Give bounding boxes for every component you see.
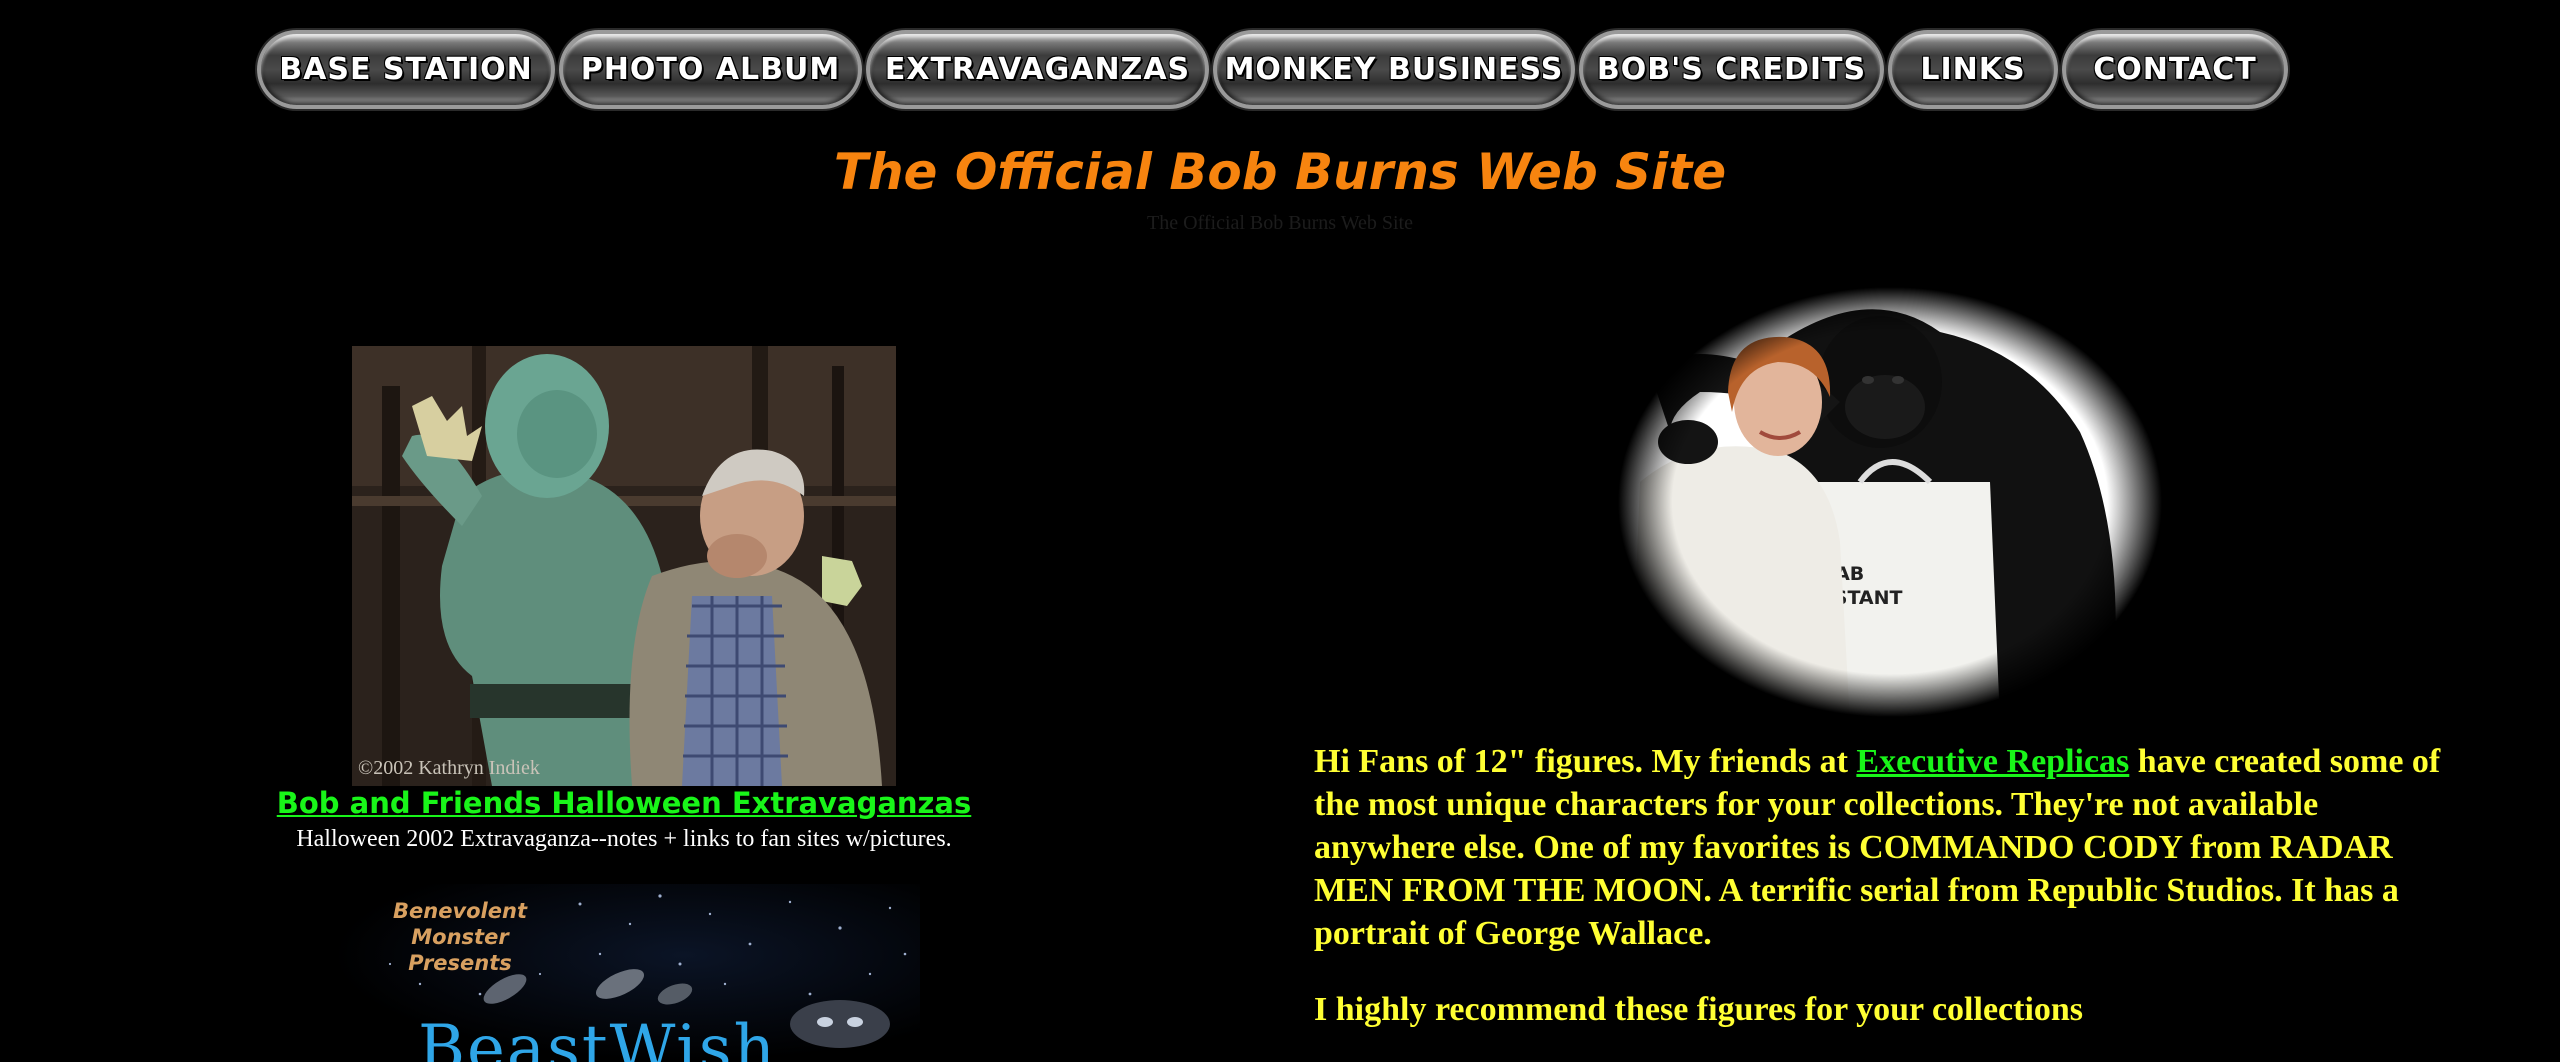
banner-presents-line1: Benevolent Monster	[393, 899, 527, 949]
gorilla-photo-illustration: LAB SISTANT	[1610, 282, 2170, 722]
halloween-extravaganza-description: Halloween 2002 Extravaganza--notes + lin…	[296, 826, 952, 852]
nav-label: MONKEY BUSINESS	[1224, 52, 1564, 87]
nav-label: BASE STATION	[279, 52, 533, 87]
banner-presents-line2: Presents	[408, 951, 512, 975]
main-nav: BASE STATION PHOTO ALBUM EXTRAVAGANZAS M…	[257, 30, 2288, 113]
nav-links-button[interactable]: LINKS	[1888, 30, 2058, 109]
nav-label: CONTACT	[2093, 52, 2257, 87]
photo-credit: ©2002 Kathryn Indiek	[358, 757, 540, 779]
nav-label: LINKS	[1920, 52, 2026, 87]
nav-label: PHOTO ALBUM	[580, 52, 841, 87]
nav-monkey-business-button[interactable]: MONKEY BUSINESS	[1213, 30, 1575, 109]
fans-message: Hi Fans of 12" figures. My friends at Ex…	[1314, 740, 2444, 955]
gorilla-photo: LAB SISTANT	[1610, 282, 2170, 722]
nav-base-station-button[interactable]: BASE STATION	[257, 30, 555, 109]
nav-photo-album-button[interactable]: PHOTO ALBUM	[559, 30, 862, 109]
nav-extravaganzas-button[interactable]: EXTRAVAGANZAS	[866, 30, 1209, 109]
beastwish-banner[interactable]: Benevolent Monster Presents BeastWish	[330, 884, 920, 1062]
banner-title: BeastWish	[418, 1012, 777, 1062]
fans-text-before: Hi Fans of 12" figures. My friends at	[1314, 743, 1857, 780]
banner-presents-text: Benevolent Monster Presents	[350, 898, 570, 976]
page-title: The Official Bob Burns Web Site	[833, 143, 1727, 201]
page-subtitle: The Official Bob Burns Web Site	[1147, 212, 1413, 234]
executive-replicas-link[interactable]: Executive Replicas	[1856, 743, 2129, 780]
nav-label: EXTRAVAGANZAS	[884, 52, 1191, 87]
recommend-message: I highly recommend these figures for you…	[1314, 991, 2084, 1028]
nav-bobs-credits-button[interactable]: BOB'S CREDITS	[1579, 30, 1884, 109]
halloween-photo[interactable]: ©2002 Kathryn Indiek	[352, 346, 896, 786]
halloween-extravaganzas-link[interactable]: Bob and Friends Halloween Extravaganzas	[0, 786, 1248, 820]
halloween-photo-illustration: ©2002 Kathryn Indiek	[352, 346, 896, 786]
nav-label: BOB'S CREDITS	[1596, 52, 1867, 87]
nav-contact-button[interactable]: CONTACT	[2062, 30, 2288, 109]
